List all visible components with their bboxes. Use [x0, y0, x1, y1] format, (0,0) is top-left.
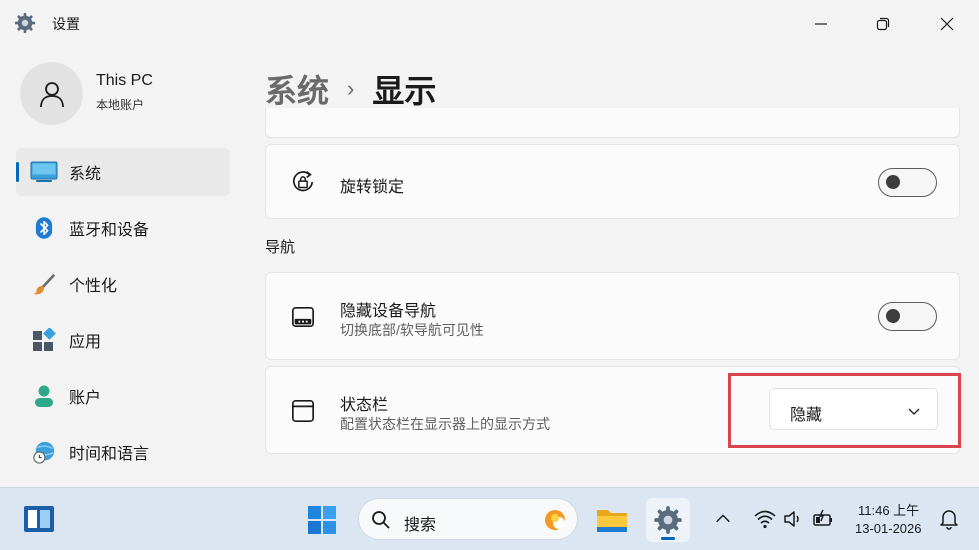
notifications-button[interactable]	[938, 508, 960, 530]
bluetooth-icon	[30, 216, 58, 240]
close-icon	[940, 17, 954, 31]
person-icon	[30, 384, 58, 408]
rotation-lock-card: 旋转锁定	[265, 144, 960, 219]
profile-name: This PC	[96, 72, 153, 89]
taskbar: 搜索 11:46 上午 13-01-2026	[0, 487, 979, 550]
section-heading-navigation: 导航	[265, 239, 296, 256]
minimize-icon	[815, 23, 827, 25]
tablet-nav-icon	[290, 304, 316, 330]
monitor-icon	[30, 160, 58, 184]
network-button[interactable]	[754, 508, 776, 530]
file-explorer-button[interactable]	[590, 498, 634, 542]
status-bar-title: 状态栏	[340, 397, 389, 414]
breadcrumb-parent-link[interactable]: 系统	[265, 66, 329, 112]
sidebar-item-label: 账户	[69, 390, 102, 407]
toggle-knob	[886, 309, 900, 323]
restore-icon	[876, 17, 890, 31]
sidebar-nav: 系统 蓝牙和设备 个性化 应用 账户 时间和语言	[16, 148, 230, 484]
status-bar-dropdown[interactable]: 隐藏	[769, 388, 938, 430]
sidebar-item-personalization[interactable]: 个性化	[16, 260, 230, 308]
hide-nav-toggle[interactable]	[878, 302, 937, 331]
file-explorer-icon	[597, 510, 627, 532]
bell-icon	[940, 510, 958, 530]
title-bar: 设置	[0, 0, 979, 46]
breadcrumb-separator: ›	[347, 76, 355, 101]
brush-icon	[30, 272, 58, 296]
sidebar-item-apps[interactable]: 应用	[16, 316, 230, 364]
breadcrumb: 系统 › 显示	[265, 66, 436, 112]
window-icon	[290, 398, 316, 424]
sidebar-item-time-language[interactable]: 时间和语言	[16, 428, 230, 476]
maximize-button[interactable]	[860, 8, 906, 40]
search-highlight-icon	[545, 510, 565, 530]
apps-icon	[30, 328, 58, 352]
previous-setting-card	[265, 108, 960, 138]
window-title: 设置	[52, 16, 80, 32]
volume-button[interactable]	[783, 508, 805, 530]
sidebar-item-label: 系统	[69, 166, 102, 183]
sidebar-item-system[interactable]: 系统	[16, 148, 230, 196]
chevron-up-icon	[716, 514, 730, 523]
rotation-lock-icon	[290, 169, 316, 195]
taskbar-search-box[interactable]: 搜索	[358, 498, 578, 540]
rotation-lock-title: 旋转锁定	[340, 179, 405, 196]
person-outline-icon	[39, 81, 64, 107]
sidebar-item-bluetooth-devices[interactable]: 蓝牙和设备	[16, 204, 230, 252]
avatar	[20, 62, 83, 125]
hide-nav-description: 切换底部/软导航可见性	[340, 322, 484, 338]
hide-nav-card: 隐藏设备导航 切换底部/软导航可见性	[265, 272, 960, 360]
show-hidden-icons-button[interactable]	[712, 508, 734, 530]
widgets-icon	[24, 506, 54, 532]
status-bar-description: 配置状态栏在显示器上的显示方式	[340, 416, 550, 432]
rotation-lock-toggle[interactable]	[878, 168, 937, 197]
sidebar-item-label: 应用	[69, 334, 102, 351]
taskbar-clock-date[interactable]: 13-01-2026	[855, 521, 922, 536]
sidebar-item-accounts[interactable]: 账户	[16, 372, 230, 420]
settings-taskbar-button[interactable]	[646, 498, 690, 542]
settings-icon	[654, 506, 682, 534]
start-icon	[308, 506, 336, 534]
widgets-button[interactable]	[22, 504, 56, 534]
user-profile[interactable]: This PC 本地账户	[20, 62, 240, 126]
chevron-down-icon	[908, 408, 920, 415]
sidebar-item-label: 时间和语言	[69, 446, 150, 463]
hide-nav-title: 隐藏设备导航	[340, 303, 437, 320]
minimize-button[interactable]	[798, 8, 844, 40]
sidebar-item-label: 蓝牙和设备	[69, 222, 150, 239]
wifi-icon	[754, 510, 776, 529]
page-title: 显示	[372, 73, 437, 109]
toggle-knob	[886, 175, 900, 189]
profile-account-type: 本地账户	[96, 98, 145, 112]
taskbar-clock-time[interactable]: 11:46 上午	[858, 500, 919, 519]
volume-icon	[784, 511, 799, 527]
sidebar-item-label: 个性化	[69, 278, 118, 295]
start-button[interactable]	[306, 504, 338, 536]
search-icon	[372, 511, 390, 529]
search-placeholder: 搜索	[404, 517, 437, 534]
battery-icon	[813, 509, 832, 526]
globe-clock-icon	[30, 440, 58, 464]
battery-button[interactable]	[812, 508, 834, 530]
close-button[interactable]	[924, 8, 970, 40]
dropdown-selected-value: 隐藏	[790, 407, 823, 424]
settings-gear-icon	[14, 12, 36, 34]
